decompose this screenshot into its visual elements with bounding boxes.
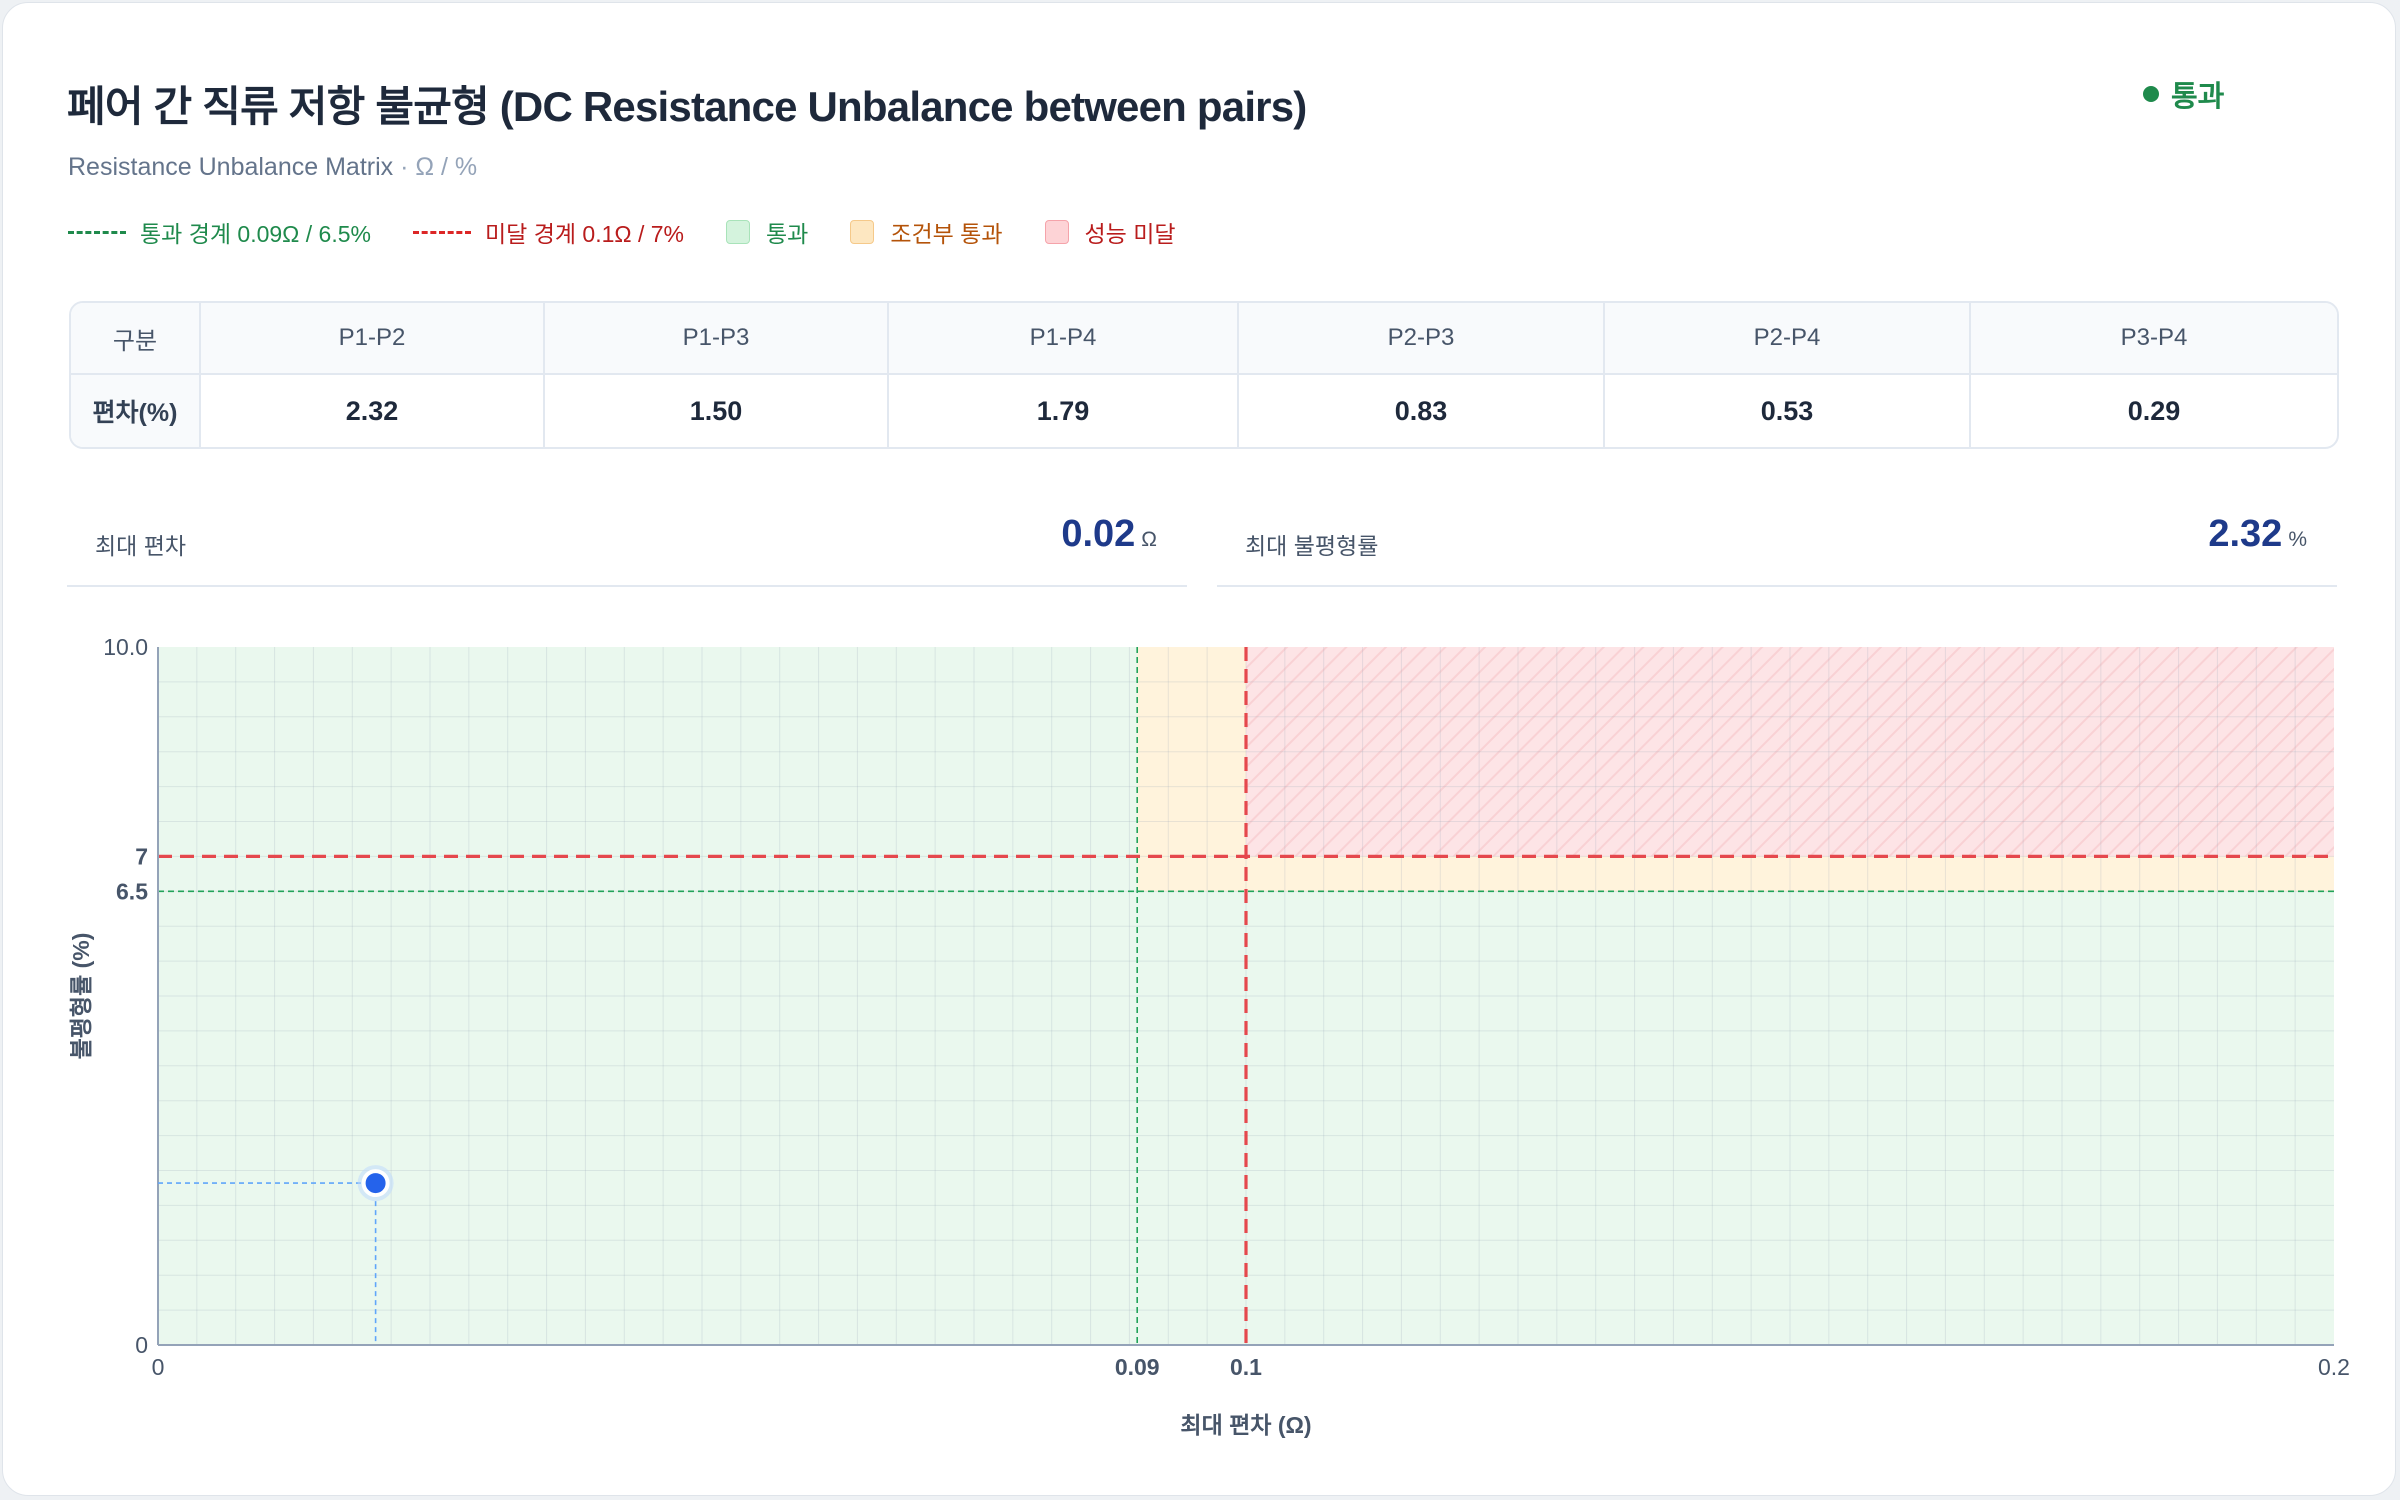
table-cell: 2.32 bbox=[201, 375, 545, 447]
dashboard-card: 페어 간 직류 저항 불균형 (DC Resistance Unbalance … bbox=[2, 2, 2396, 1496]
legend-fail-limit-label: 미달 경계 0.1Ω / 7% bbox=[484, 221, 684, 247]
table-cell: 0.53 bbox=[1605, 375, 1971, 447]
table-header-cell: P1-P4 bbox=[889, 303, 1239, 375]
table-header-row: 구분 P1-P2 P1-P3 P1-P4 P2-P3 P2-P4 P3-P4 bbox=[71, 303, 2337, 375]
table-header-cell: P2-P3 bbox=[1239, 303, 1605, 375]
fail-zone-swatch-icon bbox=[1044, 220, 1069, 244]
table-cell: 1.50 bbox=[545, 375, 889, 447]
table-row: 편차(%) 2.32 1.50 1.79 0.83 0.53 0.29 bbox=[71, 375, 2337, 447]
kpi-max-unbalance-number: 2.32 bbox=[2208, 513, 2283, 555]
y-tick-label: 0 bbox=[135, 1332, 148, 1358]
page-title: 페어 간 직류 저항 불균형 (DC Resistance Unbalance … bbox=[67, 83, 1307, 130]
legend-fail-zone-label: 성능 미달 bbox=[1084, 221, 1176, 247]
x-tick-label: 0 bbox=[152, 1354, 165, 1380]
table-cell: 0.83 bbox=[1239, 375, 1605, 447]
data-point bbox=[361, 1169, 390, 1198]
x-fail-threshold-label: 0.1 bbox=[1230, 1354, 1262, 1380]
y-tick-label: 10.0 bbox=[103, 634, 148, 660]
legend-fail-limit: 미달 경계 0.1Ω / 7% bbox=[412, 215, 684, 249]
deviation-table: 구분 P1-P2 P1-P3 P1-P4 P2-P3 P2-P4 P3-P4 편… bbox=[69, 301, 2339, 449]
subtitle-units: · Ω / % bbox=[400, 153, 478, 181]
x-axis-title: 최대 편차 (Ω) bbox=[1180, 1412, 1311, 1438]
legend-conditional-zone-label: 조건부 통과 bbox=[890, 221, 1003, 247]
legend-pass-zone-label: 통과 bbox=[765, 221, 809, 247]
status-badge: 통과 bbox=[2143, 73, 2224, 115]
unbalance-scatter-chart: 0 0.2 0 10.0 0.09 0.1 6.5 7 최대 편차 (Ω) 불평형률 (%) bbox=[68, 634, 2350, 1438]
x-tick-label: 0.2 bbox=[2318, 1354, 2350, 1380]
legend-conditional-zone: 조건부 통과 bbox=[850, 215, 1003, 249]
table-cell: 0.29 bbox=[2127, 395, 2181, 426]
legend: 통과 경계 0.09Ω / 6.5% 미달 경계 0.1Ω / 7% 통과 조건… bbox=[68, 215, 1218, 249]
table-header-cell: P2-P4 bbox=[1605, 303, 1971, 375]
y-pass-threshold-label: 6.5 bbox=[116, 878, 148, 904]
table-row-label: 편차(%) bbox=[71, 375, 201, 447]
subtitle: Resistance Unbalance Matrix · Ω / % bbox=[68, 153, 477, 182]
table-header-cell: P1-P2 bbox=[201, 303, 545, 375]
x-pass-threshold-label: 0.09 bbox=[1115, 1354, 1160, 1380]
pass-zone-swatch-icon bbox=[725, 220, 750, 244]
kpi-max-deviation: 최대 편차 0.02 Ω bbox=[67, 503, 1187, 587]
kpi-max-unbalance-value: 2.32% bbox=[2208, 513, 2307, 556]
pass-zone-upper-left bbox=[158, 647, 1138, 892]
kpi-max-deviation-value: 0.02 Ω bbox=[1061, 513, 1157, 556]
kpi-max-deviation-unit: Ω bbox=[1141, 528, 1157, 551]
subtitle-text: Resistance Unbalance Matrix bbox=[68, 153, 394, 181]
kpi-max-unbalance: 최대 불평형률 2.32% bbox=[1217, 503, 2337, 587]
legend-fail-zone: 성능 미달 bbox=[1044, 215, 1176, 249]
legend-pass-limit: 통과 경계 0.09Ω / 6.5% bbox=[68, 215, 371, 249]
table-header-cell: P1-P3 bbox=[545, 303, 889, 375]
pass-limit-line-icon bbox=[68, 230, 126, 234]
table-header-cell: P3-P4 bbox=[1971, 303, 2337, 375]
legend-pass-zone: 통과 bbox=[725, 215, 809, 249]
table-cell: 1.79 bbox=[889, 375, 1239, 447]
kpi-max-deviation-number: 0.02 bbox=[1061, 513, 1136, 555]
legend-pass-limit-label: 통과 경계 0.09Ω / 6.5% bbox=[140, 221, 371, 247]
y-axis-title: 불평형률 (%) bbox=[68, 933, 94, 1060]
kpi-max-unbalance-label: 최대 불평형률 bbox=[1245, 533, 1379, 559]
conditional-zone-swatch-icon bbox=[850, 220, 875, 244]
status-dot-icon bbox=[2143, 86, 2159, 102]
status-label: 통과 bbox=[2171, 81, 2225, 113]
kpi-max-deviation-label: 최대 편차 bbox=[95, 533, 187, 559]
table-row-header: 구분 bbox=[71, 303, 201, 375]
fail-limit-line-icon bbox=[412, 230, 471, 234]
y-fail-threshold-label: 7 bbox=[135, 843, 148, 869]
kpi-max-unbalance-unit: % bbox=[2288, 528, 2307, 551]
